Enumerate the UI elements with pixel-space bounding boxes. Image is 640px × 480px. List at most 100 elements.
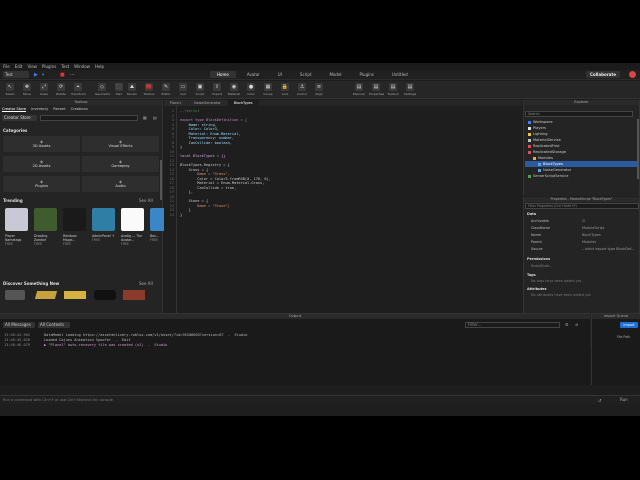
- tool-material[interactable]: ◉ Material: [227, 83, 241, 96]
- discover-item[interactable]: [34, 291, 58, 299]
- history-icon[interactable]: ↺: [598, 398, 601, 403]
- trending-item[interactable]: Rainbow Magic... FREE: [63, 234, 89, 246]
- section-tags[interactable]: Tags: [527, 273, 536, 277]
- explorer-item-serverscriptservice[interactable]: ServerScriptService: [525, 173, 639, 179]
- tab-model[interactable]: Model: [323, 71, 349, 78]
- tool-transform[interactable]: ⌖ Transform: [71, 83, 86, 96]
- tool-editor[interactable]: ✎ Editor: [159, 83, 173, 96]
- command-input[interactable]: Run a command with Ctrl+F or use Ctrl+Sh…: [3, 397, 593, 403]
- store-dropdown[interactable]: Creator Store: [2, 115, 37, 121]
- property-value[interactable]: ModuleScript: [582, 226, 637, 230]
- script-editor[interactable]: 1 --!strict 2 3 export type BlockDefinition …: [164, 106, 522, 347]
- tool-import[interactable]: ⇪ Import: [210, 83, 224, 96]
- import-button[interactable]: Import: [620, 322, 638, 328]
- section-data[interactable]: Data: [527, 212, 536, 216]
- message-filter-dropdown[interactable]: All Messages: [3, 322, 35, 328]
- menu-item-test[interactable]: Test: [61, 64, 69, 69]
- tab-ui[interactable]: UI: [271, 71, 289, 78]
- menu-item-edit[interactable]: Edit: [15, 64, 23, 69]
- tool-part[interactable]: ⬛ Part: [112, 83, 126, 96]
- menu-item-help[interactable]: Help: [95, 64, 104, 69]
- trending-thumbnail[interactable]: [5, 208, 28, 231]
- tab-creator-store[interactable]: Creator Store: [2, 107, 27, 112]
- see-all-discover[interactable]: See All: [139, 281, 153, 286]
- discover-item[interactable]: [5, 290, 25, 300]
- trending-item[interactable]: Player Nametags FREE: [5, 234, 31, 246]
- tab-creations[interactable]: Creations: [71, 107, 88, 112]
- tab-home[interactable]: Home: [210, 71, 236, 78]
- tool-rotate[interactable]: ⟳ Rotate: [54, 83, 68, 96]
- test-dropdown[interactable]: Test: [3, 71, 29, 78]
- see-all-trending[interactable]: See All: [139, 198, 153, 203]
- tool-gui[interactable]: ▭ GUI: [176, 83, 190, 96]
- tool-scale[interactable]: ⤢ Scale: [37, 83, 51, 96]
- tab-avatar[interactable]: Avatar: [240, 71, 267, 78]
- tool-properties[interactable]: ▤ Properties: [369, 83, 384, 96]
- discover-item[interactable]: [123, 290, 145, 300]
- output-filter-input[interactable]: Filter...: [465, 322, 560, 328]
- tool-align[interactable]: ≡ Align: [312, 83, 326, 96]
- tab-inventory[interactable]: Inventory: [31, 107, 48, 112]
- menu-item-view[interactable]: View: [27, 64, 37, 69]
- line-number: 22: [169, 203, 174, 208]
- discover-item[interactable]: [94, 290, 116, 300]
- category-audio[interactable]: ◈ Audio: [82, 176, 159, 192]
- grid-view-icon[interactable]: ▤: [153, 115, 157, 120]
- output-settings-icon[interactable]: ⚙: [565, 322, 569, 327]
- property-value[interactable]: Modules: [582, 240, 637, 244]
- category-gameplay[interactable]: ◈ Gameplay: [82, 156, 159, 172]
- section-permissions[interactable]: Permissions: [527, 257, 550, 261]
- category-3d-assets[interactable]: ◈ 3D Assets: [3, 136, 80, 152]
- tab-recent[interactable]: Recent: [53, 107, 65, 112]
- pause-icon[interactable]: ⏸: [42, 72, 45, 78]
- run-button[interactable]: Run: [620, 397, 628, 403]
- tool-toolbox[interactable]: ▤ Toolbox: [386, 83, 400, 96]
- property-value[interactable]: ☑: [582, 219, 637, 223]
- trending-thumbnail[interactable]: [34, 208, 57, 231]
- tool-select[interactable]: ↖ Select: [3, 83, 17, 96]
- tool-geometric[interactable]: ◇ Geometric: [95, 83, 111, 96]
- play-icon[interactable]: ▶: [34, 72, 38, 78]
- section-attributes[interactable]: Attributes: [527, 287, 546, 291]
- properties-filter-input[interactable]: Filter Properties (Ctrl+Shift+P): [525, 203, 639, 209]
- context-filter-dropdown[interactable]: All Contexts: [38, 322, 70, 328]
- tool-anchor[interactable]: ⚓ Anchor: [295, 83, 309, 96]
- trending-thumbnail[interactable]: [121, 208, 144, 231]
- category-visual-effects[interactable]: ◈ Visual Effects: [82, 136, 159, 152]
- property-value[interactable]: --!strict export type BlockDef...: [582, 247, 637, 251]
- toolbox-scrollbar[interactable]: [160, 160, 162, 200]
- menu-item-file[interactable]: File: [3, 64, 10, 69]
- stop-icon[interactable]: ■: [60, 72, 65, 78]
- trending-item[interactable]: AdminPanel + FREE: [92, 234, 118, 242]
- tab-plugins[interactable]: Plugins: [353, 71, 381, 78]
- tool-color[interactable]: ● Color: [244, 83, 258, 96]
- menu-item-window[interactable]: Window: [74, 64, 90, 69]
- trending-item[interactable]: Avatig — The Avatar... FREE: [121, 234, 147, 246]
- menu-item-plugins[interactable]: Plugins: [42, 64, 56, 69]
- explorer-scrollbar[interactable]: [637, 119, 639, 179]
- tool-terrain[interactable]: ⛰ Terrain: [125, 83, 139, 96]
- tool-explorer[interactable]: ▤ Explorer: [352, 83, 366, 96]
- property-value[interactable]: BlockTypes: [582, 233, 637, 237]
- clear-output-icon[interactable]: ⊘: [575, 322, 578, 327]
- trending-thumbnail[interactable]: [63, 208, 86, 231]
- discover-item[interactable]: [64, 291, 86, 299]
- category-plugins[interactable]: ◈ Plugins: [3, 176, 80, 192]
- tool-group[interactable]: ▦ Group: [261, 83, 275, 96]
- tool-move[interactable]: ✥ Move: [20, 83, 34, 96]
- tool-toolbox[interactable]: 🧰 Toolbox: [142, 83, 156, 96]
- trending-item[interactable]: Drooling Zombie FREE: [34, 234, 60, 246]
- tool-lock[interactable]: 🔒 Lock: [278, 83, 292, 96]
- more-icon[interactable]: ⋯: [70, 72, 75, 78]
- tool-script[interactable]: ▣ Script: [193, 83, 207, 96]
- tab-untitled[interactable]: Untitled: [385, 71, 415, 78]
- explorer-search-input[interactable]: Search: [525, 111, 633, 117]
- avatar[interactable]: [629, 71, 636, 78]
- collaborate-button[interactable]: Collaborate: [585, 71, 620, 78]
- tab-script[interactable]: Script: [293, 71, 319, 78]
- filter-icon[interactable]: ▦: [143, 115, 147, 120]
- tool-settings[interactable]: ▤ Settings: [403, 83, 417, 96]
- toolbox-search-input[interactable]: [40, 115, 138, 121]
- category-2d-assets[interactable]: ◈ 2D Assets: [3, 156, 80, 172]
- trending-thumbnail[interactable]: [92, 208, 115, 231]
